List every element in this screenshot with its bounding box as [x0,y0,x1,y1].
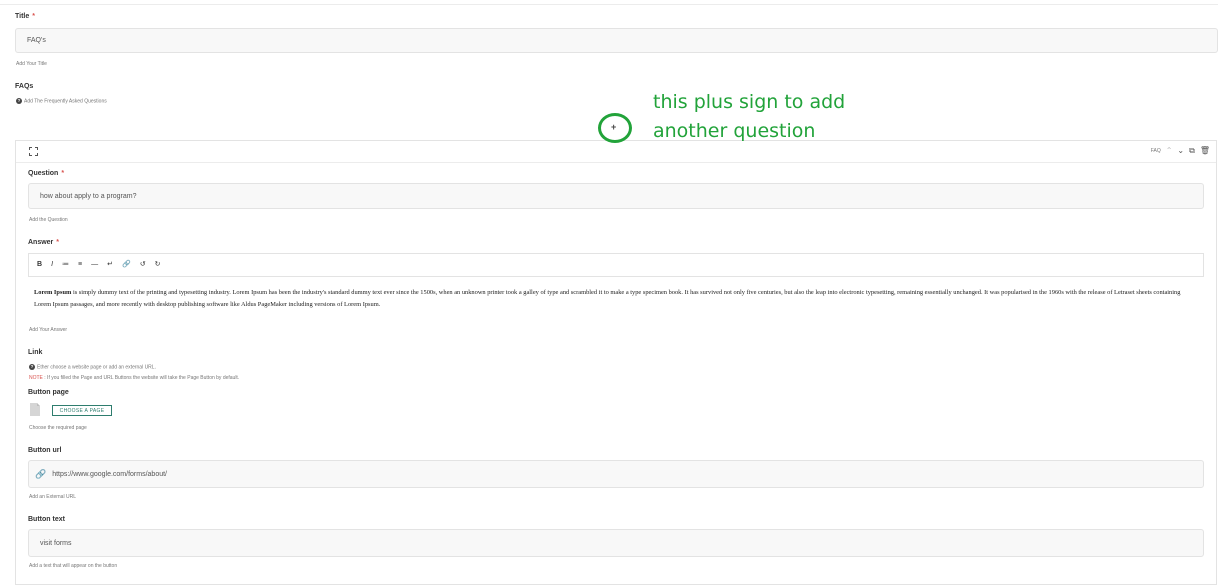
choose-page-button[interactable]: CHOOSE A PAGE [52,405,112,416]
undo-button[interactable]: ↺ [140,261,146,269]
link-label: Link [28,349,43,356]
answer-body: is simply dummy text of the printing and… [34,289,1181,308]
faq-item-toolbar: FAQ ⌃ ⌄ ⧉ 🗑 [1151,146,1210,156]
answer-content[interactable]: Lorem Ipsum is simply dummy text of the … [34,287,1190,311]
select-icon[interactable] [29,147,38,156]
question-input[interactable]: how about apply to a program? [28,183,1204,209]
add-question-plus-icon[interactable]: + [611,122,616,132]
bulleted-list-button[interactable]: ≔ [62,261,69,269]
question-input-value: how about apply to a program? [40,192,137,200]
button-text-help: Add a text that will appear on the butto… [29,563,118,569]
answer-editor-toolbar: B I ≔ ≡ — ↵ 🔗 ↺ ↻ [28,253,1204,277]
answer-label: Answer * [28,239,60,246]
title-label: Title * [15,13,35,20]
faqs-help: ? Add The Frequently Asked Questions [16,98,107,105]
answer-help: Add Your Answer [29,327,68,333]
button-page-help: Choose the required page [29,425,87,431]
file-icon [30,403,40,416]
italic-button[interactable]: I [51,261,53,269]
link-button[interactable]: 🔗 [122,261,131,269]
faq-item-header: FAQ ⌃ ⌄ ⧉ 🗑 [16,141,1216,163]
faq-type-label: FAQ [1150,148,1161,154]
faqs-label: FAQs [15,83,34,90]
answer-lead: Lorem Ipsum [34,289,72,296]
title-input-value: FAQ's [27,37,46,44]
link-icon: 🔗 [35,468,47,479]
button-url-value: https://www.google.com/forms/about/ [52,470,167,478]
horizontal-rule-button[interactable]: — [91,261,98,269]
title-help: Add Your Title [16,61,47,67]
move-up-icon[interactable]: ⌃ [1166,146,1173,156]
move-down-icon[interactable]: ⌄ [1177,146,1184,156]
line-break-button[interactable]: ↵ [107,261,113,269]
question-help: Add the Question [29,217,68,223]
link-help: ? Ether choose a website page or add an e… [29,364,156,371]
top-divider [0,4,1218,5]
annotation-text: this plus sign to add another question [653,91,846,142]
link-note: NOTE : If you filled the Page and URL Bu… [29,375,240,381]
button-text-value: visit forms [40,539,72,547]
button-page-label: Button page [28,389,69,396]
redo-button[interactable]: ↻ [155,261,161,269]
title-input[interactable]: FAQ's [15,28,1218,53]
help-icon: ? [29,364,35,370]
button-url-input[interactable]: 🔗 https://www.google.com/forms/about/ [28,460,1204,488]
button-url-label: Button url [28,447,62,454]
button-url-help: Add an External URL [29,494,76,500]
button-text-label: Button text [28,516,65,523]
bold-button[interactable]: B [37,261,42,269]
numbered-list-button[interactable]: ≡ [78,261,82,269]
trash-icon[interactable]: 🗑 [1200,146,1210,156]
help-icon: ? [16,98,22,104]
question-label: Question * [28,170,65,177]
button-text-input[interactable]: visit forms [28,529,1204,557]
duplicate-icon[interactable]: ⧉ [1189,146,1195,156]
